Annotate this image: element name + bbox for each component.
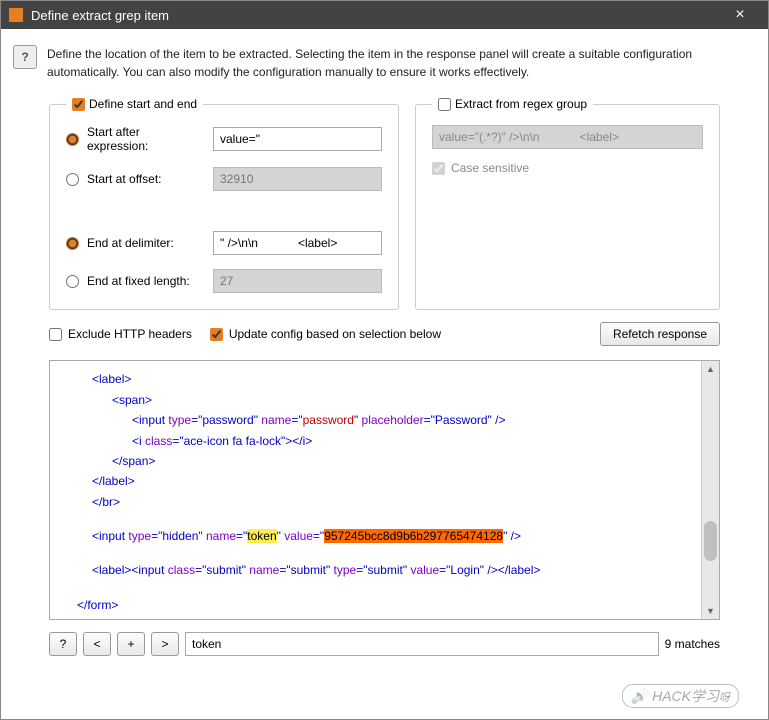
update-config-checkbox[interactable]	[210, 328, 223, 341]
end-at-delimiter-radio[interactable]	[66, 237, 79, 250]
info-text: Define the location of the item to be ex…	[47, 45, 756, 81]
scrollbar[interactable]: ▲ ▼	[701, 361, 719, 619]
scroll-thumb[interactable]	[704, 521, 717, 561]
exclude-http-headers-label: Exclude HTTP headers	[68, 327, 192, 341]
scroll-up-icon[interactable]: ▲	[702, 361, 719, 377]
titlebar: Define extract grep item ×	[1, 1, 768, 29]
search-prev-button[interactable]: <	[83, 632, 111, 656]
case-sensitive-checkbox	[432, 162, 445, 175]
close-icon[interactable]: ×	[720, 6, 760, 24]
watermark: 🔊 HACK学习呀	[622, 684, 739, 708]
window-title: Define extract grep item	[31, 8, 720, 23]
start-after-expression-radio[interactable]	[66, 133, 79, 146]
end-at-fixed-length-label: End at fixed length:	[87, 274, 190, 288]
define-start-end-group: Define start and end Start after express…	[49, 97, 399, 310]
help-icon[interactable]: ?	[13, 45, 37, 69]
search-add-button[interactable]: +	[117, 632, 145, 656]
regex-input	[432, 125, 703, 149]
extract-regex-legend: Extract from regex group	[455, 97, 587, 111]
start-at-offset-radio[interactable]	[66, 173, 79, 186]
end-at-fixed-length-radio[interactable]	[66, 275, 79, 288]
app-icon	[9, 8, 23, 22]
response-panel[interactable]: <label> <span> <input type="password" na…	[49, 360, 720, 620]
refetch-response-button[interactable]: Refetch response	[600, 322, 720, 346]
scroll-down-icon[interactable]: ▼	[702, 603, 719, 619]
end-at-delimiter-label: End at delimiter:	[87, 236, 174, 250]
search-input[interactable]	[185, 632, 659, 656]
extract-regex-checkbox[interactable]	[438, 98, 451, 111]
search-help-button[interactable]: ?	[49, 632, 77, 656]
match-count: 9 matches	[665, 637, 720, 651]
define-start-end-checkbox[interactable]	[72, 98, 85, 111]
search-next-button[interactable]: >	[151, 632, 179, 656]
start-at-offset-label: Start at offset:	[87, 172, 161, 186]
start-after-expression-input[interactable]	[213, 127, 382, 151]
update-config-label: Update config based on selection below	[229, 327, 441, 341]
case-sensitive-label: Case sensitive	[451, 161, 529, 175]
extract-regex-group: Extract from regex group Case sensitive	[415, 97, 720, 310]
end-at-delimiter-input[interactable]	[213, 231, 382, 255]
code-body[interactable]: <label> <span> <input type="password" na…	[50, 361, 701, 619]
start-after-expression-label: Start after expression:	[87, 125, 203, 153]
end-at-fixed-length-input	[213, 269, 382, 293]
exclude-http-headers-checkbox[interactable]	[49, 328, 62, 341]
define-start-end-legend: Define start and end	[89, 97, 197, 111]
start-at-offset-input	[213, 167, 382, 191]
